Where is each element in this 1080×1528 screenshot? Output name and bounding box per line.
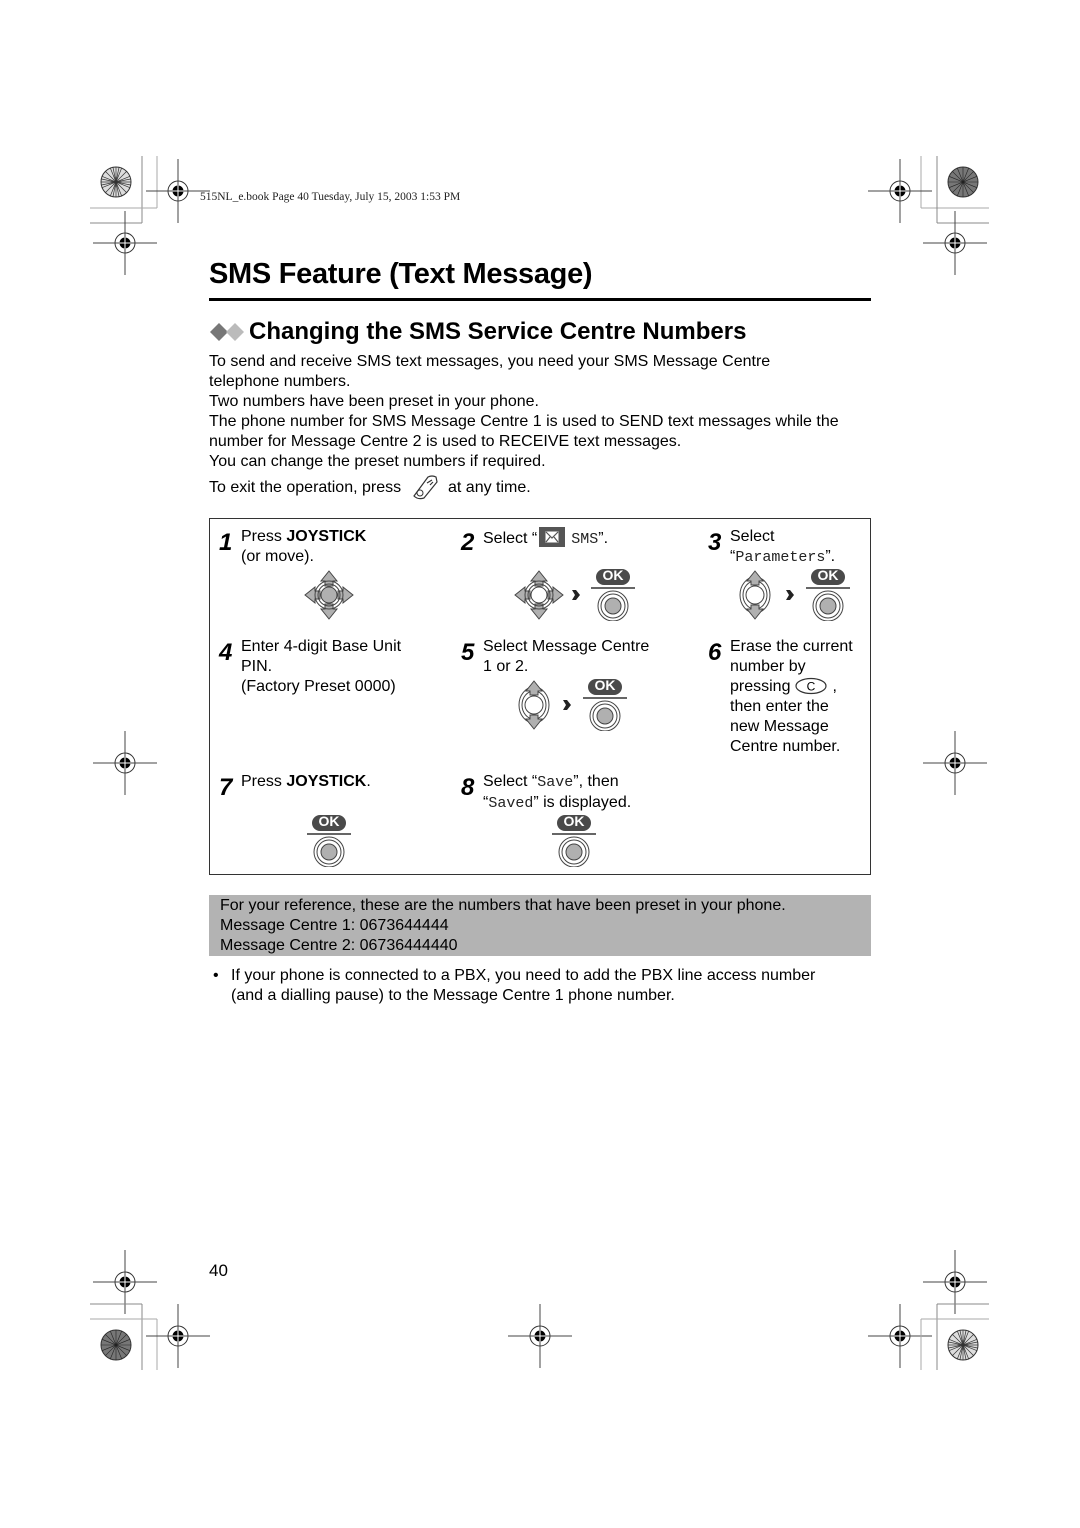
clear-key-label: C: [807, 680, 816, 694]
step-text: new Message: [730, 718, 829, 735]
step-3: 3 Select “Parameters”.: [708, 528, 836, 566]
ok-press-group: OK: [306, 813, 352, 867]
note-text: If your phone is connected to a PBX, you…: [231, 967, 816, 984]
intro-line: To send and receive SMS text messages, y…: [209, 353, 771, 390]
step-text: .: [366, 773, 371, 790]
step-text: Centre number.: [730, 738, 841, 755]
section-title: Changing the SMS Service Centre Numbers: [209, 318, 746, 346]
ok-label: OK: [563, 813, 585, 829]
save-menu-label: Save: [537, 774, 574, 791]
step-1: 1 Press JOYSTICK (or move).: [219, 527, 367, 567]
step-text: ,: [832, 678, 837, 695]
ok-press-group: OK: [805, 567, 851, 621]
exit-text-before: To exit the operation, press: [209, 479, 402, 496]
intro-line: Two numbers have been preset in your pho…: [209, 393, 539, 410]
step-text: PIN.: [241, 658, 273, 675]
page-number: 40: [209, 1261, 228, 1280]
message-centre-2-number: Message Centre 2: 06736444440: [220, 937, 458, 954]
parameters-menu-label: Parameters: [735, 549, 826, 566]
ok-label: OK: [318, 813, 340, 829]
reference-box: For your reference, these are the number…: [209, 895, 871, 956]
arrow-right-icon: [572, 590, 580, 600]
arrow-right-icon: [786, 590, 794, 600]
step-number: 2: [461, 529, 475, 556]
section-title-text: Changing the SMS Service Centre Numbers: [249, 318, 747, 345]
step-text: Select “: [483, 773, 538, 790]
intro-line: The phone number for SMS Message Centre …: [209, 413, 839, 450]
step-number: 6: [708, 639, 722, 666]
step-4: 4 Enter 4-digit Base Unit PIN. (Factory …: [219, 637, 402, 697]
print-header: 515NL_e.book Page 40 Tuesday, July 15, 2…: [200, 191, 461, 203]
step-6: 6 Erase the current number by pressing C,…: [708, 637, 853, 757]
step-text: pressing: [730, 678, 791, 695]
steps-box: 1 Press JOYSTICK (or move). 2 Select “ SM…: [209, 518, 871, 875]
note-text: (and a dialling pause) to the Message Ce…: [231, 987, 675, 1004]
step-number: 5: [461, 639, 475, 666]
step-text: Select “: [483, 530, 538, 547]
step-number: 1: [219, 529, 233, 556]
step-text: Erase the current: [730, 638, 853, 655]
message-centre-1-number: Message Centre 1: 0673644444: [220, 917, 449, 934]
ok-press-group: OK: [590, 567, 636, 621]
ok-press-group: OK: [582, 677, 628, 731]
step-text: ”, then: [573, 773, 619, 790]
step-text: ”.: [598, 530, 609, 547]
step-number: 4: [219, 639, 233, 666]
step-text: Press: [241, 528, 287, 545]
step-text: (or move).: [241, 548, 314, 565]
step-7: 7 Press JOYSTICK.: [219, 772, 371, 800]
off-hook-key-icon: [412, 475, 438, 500]
title-rule: [209, 298, 871, 301]
diamonds-icon: [210, 323, 244, 341]
step-number: 7: [219, 774, 233, 801]
ok-press-group: OK: [551, 813, 597, 867]
exit-text-after: at any time.: [448, 479, 531, 496]
ok-label: OK: [817, 567, 839, 583]
page-title: SMS Feature (Text Message): [209, 258, 593, 290]
step-text: 1 or 2.: [483, 658, 529, 675]
joystick-updown-icon: [518, 680, 550, 730]
bullet-icon: •: [213, 967, 219, 984]
step-text: Press: [241, 773, 287, 790]
ok-label: OK: [594, 677, 616, 693]
step-text: ” is displayed.: [533, 794, 632, 811]
step-2: 2 Select “ SMS”.: [461, 527, 609, 555]
sms-envelope-icon: [539, 527, 566, 547]
step-text: Enter 4-digit Base Unit: [241, 638, 402, 655]
step-text: number by: [730, 658, 806, 675]
joystick-updown-icon: [739, 570, 771, 620]
sms-menu-label: SMS: [571, 531, 599, 548]
step-number: 3: [708, 529, 722, 556]
reference-intro: For your reference, these are the number…: [220, 897, 786, 914]
step-text: Select: [730, 528, 775, 545]
step-number: 8: [461, 774, 475, 801]
arrow-right-icon: [563, 700, 571, 710]
ok-label: OK: [602, 567, 624, 583]
joystick-4way-icon: [514, 570, 564, 620]
step-text: Select Message Centre: [483, 638, 650, 655]
step-text: then enter the: [730, 698, 829, 715]
step-5: 5 Select Message Centre 1 or 2.: [461, 637, 650, 677]
joystick-label: JOYSTICK: [286, 528, 367, 545]
step-8: 8 Select “Save”, then “Saved” is display…: [461, 772, 632, 814]
joystick-label: JOYSTICK: [286, 773, 367, 790]
intro-text: To send and receive SMS text messages, y…: [209, 352, 879, 500]
clear-key-icon: C: [795, 677, 828, 695]
step-text: (Factory Preset 0000): [241, 678, 396, 695]
intro-line: You can change the preset numbers if req…: [209, 453, 546, 470]
exit-instruction: To exit the operation, press at any time…: [209, 474, 879, 500]
saved-display-label: Saved: [488, 795, 534, 812]
joystick-4way-icon: [304, 570, 354, 620]
